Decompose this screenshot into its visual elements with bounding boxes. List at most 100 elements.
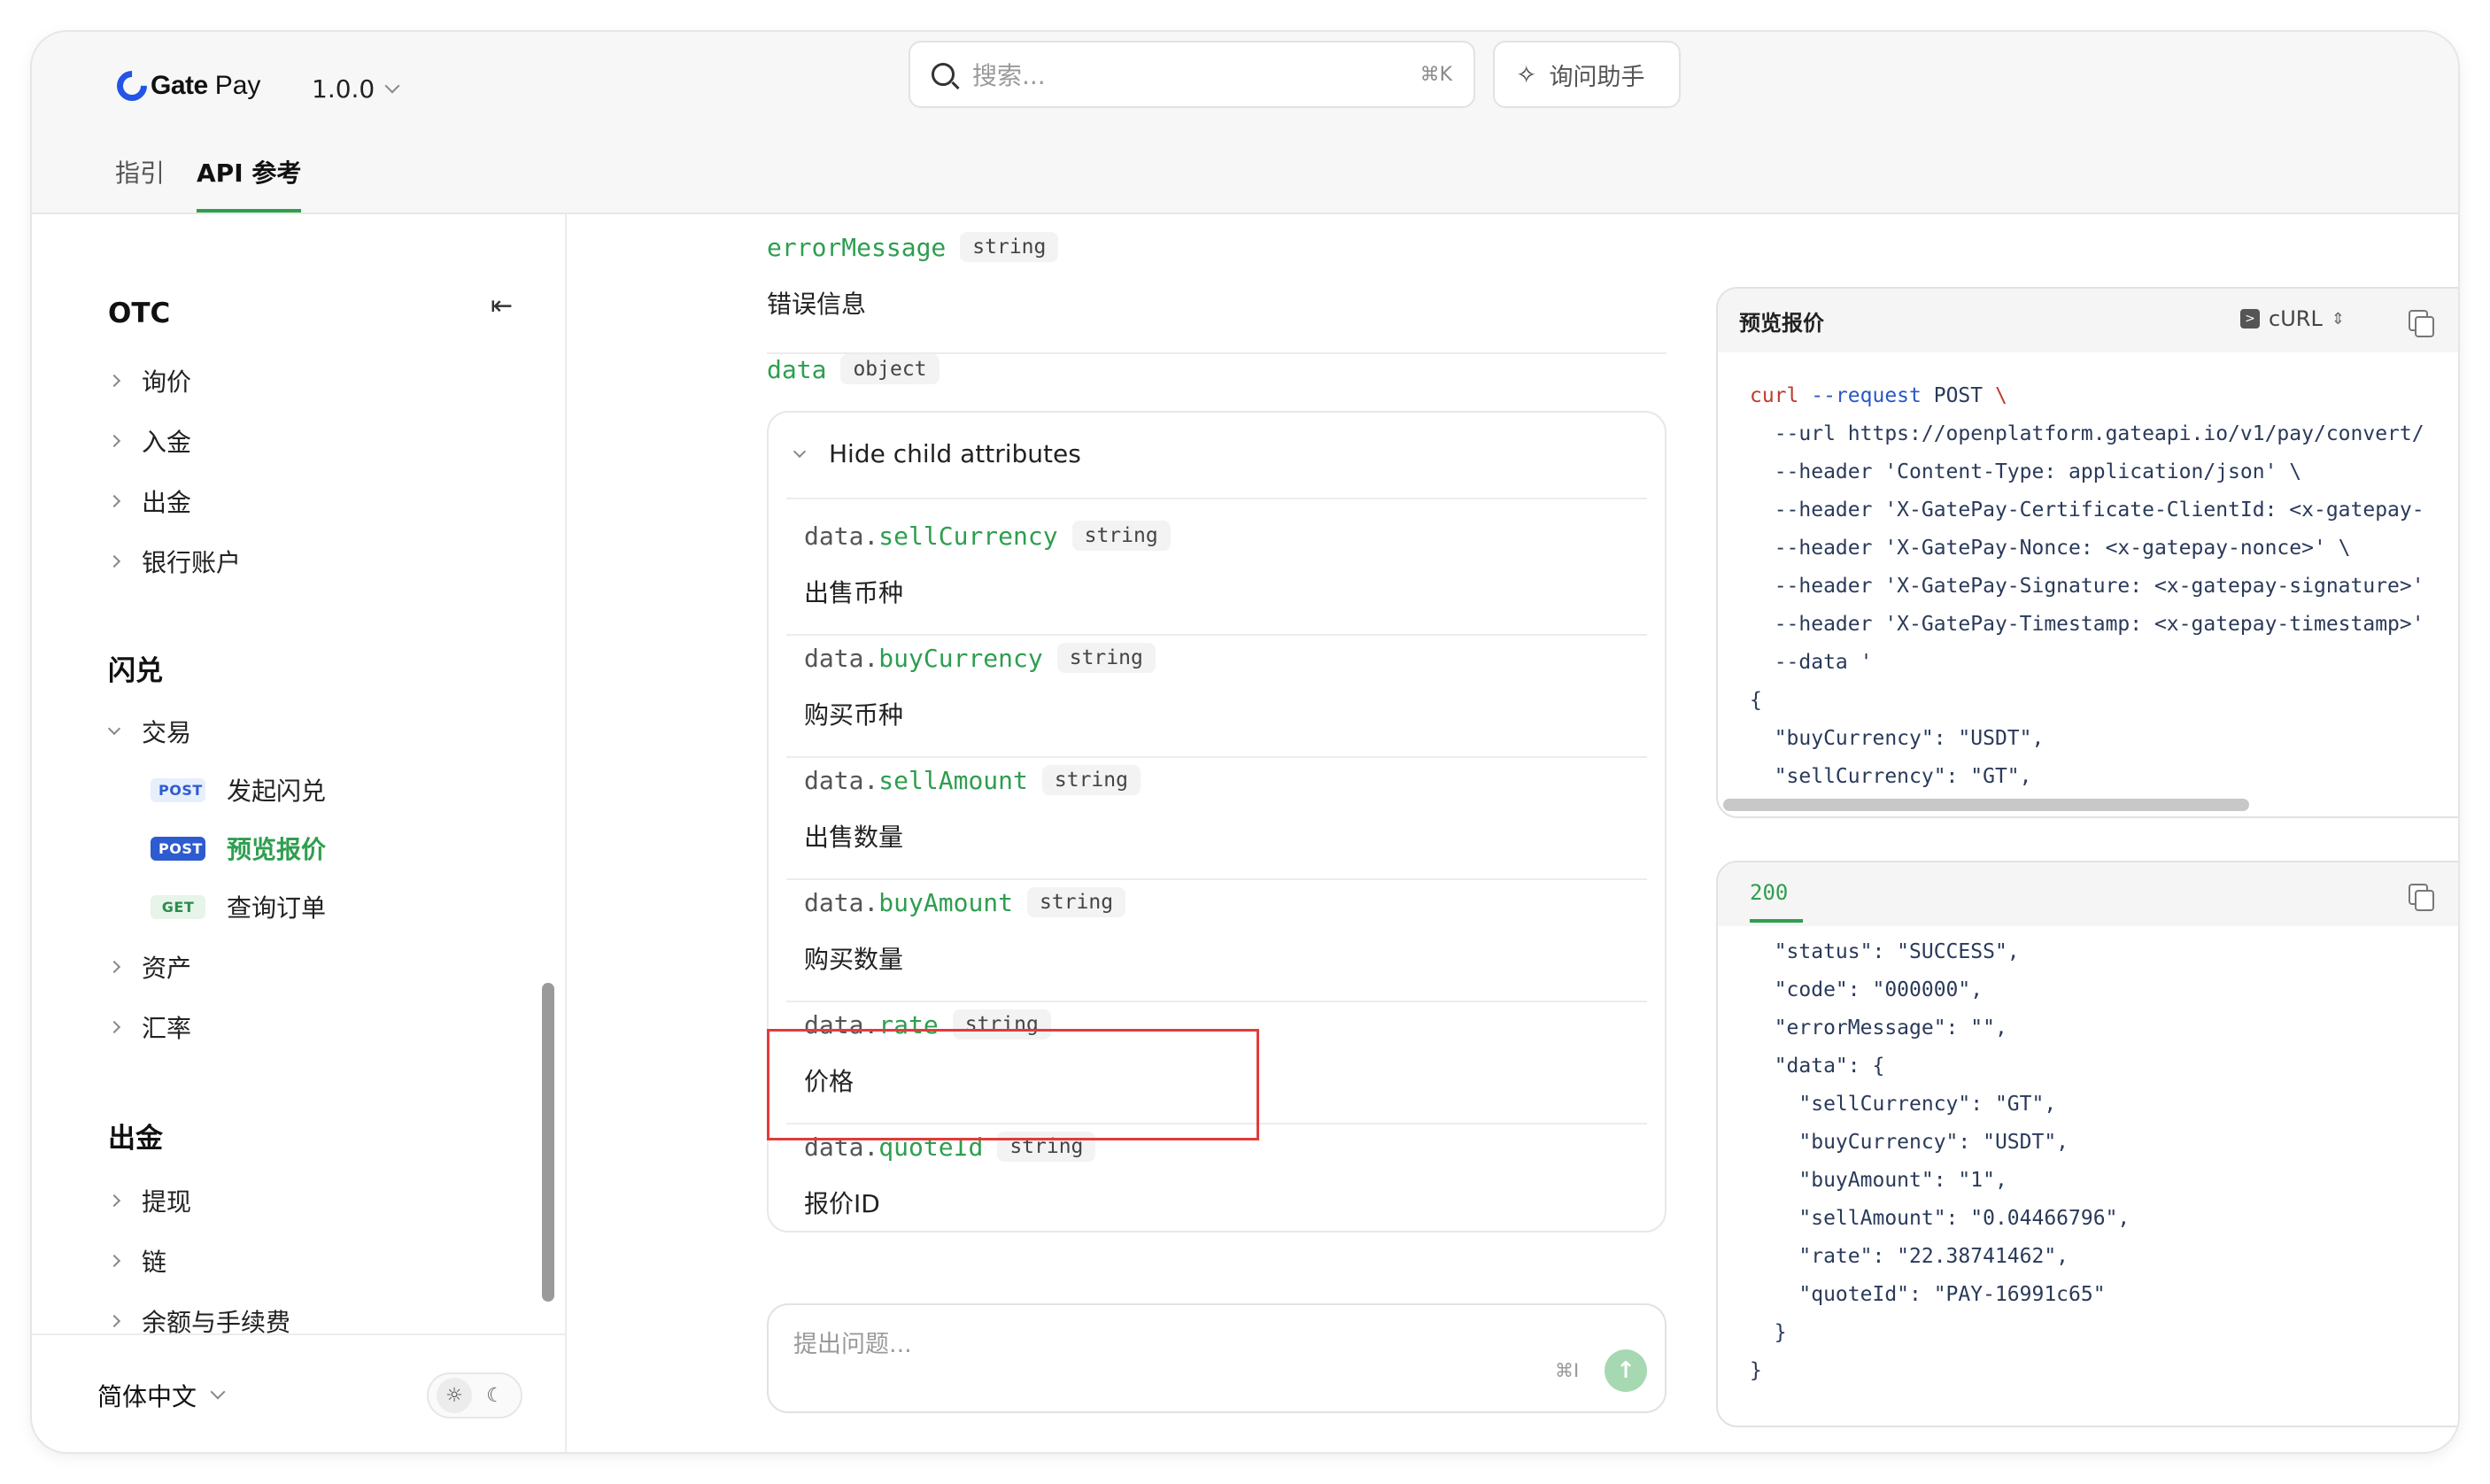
- type-tag: string: [1027, 887, 1126, 917]
- search-shortcut: ⌘K: [1419, 63, 1452, 86]
- response-panel-header: 200: [1718, 862, 2458, 926]
- sidebar-endpoint-query-order[interactable]: GET 查询订单: [151, 889, 326, 924]
- code-language-label: cURL: [2269, 306, 2323, 331]
- field-description: 出售数量: [804, 823, 904, 852]
- code-line: "buyAmount": "1",: [1750, 1169, 2007, 1192]
- language-selector[interactable]: 简体中文: [97, 1378, 226, 1413]
- sidebar-item-inquiry[interactable]: 询价: [107, 363, 191, 398]
- code-line: --header 'X-GatePay-Certificate-ClientId…: [1750, 499, 2424, 522]
- method-badge: POST: [151, 777, 205, 802]
- gate-logo-icon: [110, 64, 154, 108]
- code-line: "code": "000000",: [1750, 978, 1983, 1001]
- chevron-right-icon: [107, 1254, 121, 1268]
- chevron-right-icon: [107, 960, 121, 974]
- sidebar-item-label: 交易: [142, 718, 192, 747]
- code-language-selector[interactable]: > cURL ⇕: [2240, 306, 2345, 331]
- field-prefix: data.: [804, 887, 879, 917]
- sidebar-item-payout-withdraw[interactable]: 提现: [107, 1183, 191, 1218]
- sidebar-item-deposit[interactable]: 入金: [107, 423, 192, 459]
- code-line: --url https://openplatform.gateapi.io/v1…: [1750, 422, 2424, 445]
- sun-icon[interactable]: ☼: [437, 1378, 472, 1413]
- request-code-block: curl --request POST \ --url https://open…: [1718, 352, 2458, 796]
- code-line: --header 'X-GatePay-Nonce: <x-gatepay-no…: [1750, 537, 2351, 560]
- endpoint-label: 发起闪兑: [227, 777, 327, 806]
- top-tabs: 指引 API 参考: [115, 154, 302, 213]
- child-field-buy-amount: data. buyAmount string: [804, 887, 1126, 917]
- endpoint-label: 预览报价: [227, 835, 327, 864]
- child-field-sell-currency: data. sellCurrency string: [804, 521, 1171, 551]
- code-line: "sellCurrency": "GT",: [1750, 765, 2032, 788]
- copy-icon[interactable]: [2409, 310, 2434, 337]
- code-line: {: [1750, 689, 1762, 712]
- panel-title: 预览报价: [1739, 310, 1824, 336]
- hide-child-attributes-toggle[interactable]: Hide child attributes: [793, 439, 1081, 468]
- brand-suffix: Pay: [214, 71, 261, 100]
- type-tag: object: [840, 354, 940, 384]
- collapse-sidebar-icon[interactable]: ⇤: [491, 290, 513, 321]
- field-prefix: data.: [804, 521, 879, 551]
- field-description: 报价ID: [804, 1189, 880, 1218]
- search-icon: [932, 63, 955, 86]
- chevron-right-icon: [107, 434, 121, 448]
- sidebar-item-withdraw[interactable]: 出金: [107, 483, 191, 519]
- divider: [786, 634, 1647, 636]
- field-name: buyCurrency: [878, 643, 1043, 673]
- sidebar-scrollbar[interactable]: [542, 983, 554, 1302]
- sidebar-item-label: 资产: [142, 954, 192, 983]
- brand-logo[interactable]: Gate Pay: [110, 64, 261, 108]
- horizontal-scrollbar[interactable]: [1723, 799, 2249, 811]
- chevron-right-icon: [107, 1020, 121, 1034]
- sidebar-item-label: 入金: [142, 428, 192, 457]
- toggle-label: Hide child attributes: [829, 439, 1081, 468]
- terminal-icon: >: [2240, 309, 2260, 328]
- code-line: "status": "SUCCESS",: [1750, 940, 2020, 963]
- chevron-down-icon: [210, 1384, 226, 1400]
- moon-icon[interactable]: ☾: [477, 1378, 513, 1413]
- chevron-right-icon: [107, 1314, 121, 1328]
- sidebar-item-label: 链: [142, 1248, 167, 1277]
- code-line: "data": {: [1750, 1055, 1885, 1078]
- field-name: errorMessage: [767, 232, 947, 262]
- tab-api-reference[interactable]: API 参考: [197, 154, 302, 213]
- sidebar-item-trade[interactable]: 交易: [107, 714, 192, 749]
- field-name: sellCurrency: [878, 521, 1058, 551]
- type-tag: string: [960, 232, 1059, 262]
- request-example-panel: 预览报价 > cURL ⇕ curl --request POST \ --ur…: [1716, 287, 2458, 818]
- sidebar-endpoint-preview-quote[interactable]: POST 预览报价: [151, 831, 326, 866]
- theme-toggle[interactable]: ☼ ☾: [427, 1372, 522, 1418]
- code-line: --header 'X-GatePay-Timestamp: <x-gatepa…: [1750, 613, 2424, 636]
- tab-status-200[interactable]: 200: [1750, 880, 1803, 923]
- send-button[interactable]: ↑: [1605, 1349, 1647, 1392]
- field-name: data: [767, 354, 827, 384]
- copy-icon[interactable]: [2409, 884, 2434, 911]
- child-field-buy-currency: data. buyCurrency string: [804, 643, 1156, 673]
- field-data: data object: [767, 354, 940, 384]
- version-selector[interactable]: 1.0.0: [312, 74, 400, 104]
- sidebar-item-assets[interactable]: 资产: [107, 949, 192, 985]
- ask-assistant-button[interactable]: ✧ 询问助手: [1493, 41, 1681, 108]
- sidebar-item-bank-account[interactable]: 银行账户: [107, 544, 241, 579]
- code-line: "buyCurrency": "USDT",: [1750, 1131, 2069, 1154]
- sidebar: OTC ⇤ 询价 入金 出金 银行账户 闪兑 交易 POST 发起闪兑 POST 预…: [32, 214, 567, 1337]
- assistant-label: 询问助手: [1549, 63, 1645, 91]
- code-line: "errorMessage": "",: [1750, 1016, 2007, 1040]
- method-badge: GET: [151, 894, 205, 919]
- sidebar-item-chain[interactable]: 链: [107, 1243, 167, 1279]
- highlight-annotation-box: [767, 1029, 1259, 1140]
- code-line: --header 'Content-Type: application/json…: [1750, 460, 2302, 483]
- top-header: Gate Pay 1.0.0 搜索... ⌘K ✧ 询问助手 指引 API 参考: [32, 32, 2458, 214]
- field-description: 错误信息: [767, 290, 867, 319]
- code-line: }: [1750, 1321, 1787, 1344]
- response-example-panel: 200 "status": "SUCCESS", "code": "000000…: [1716, 861, 2458, 1427]
- chevron-right-icon: [107, 494, 121, 508]
- updown-chevron-icon: ⇕: [2331, 309, 2345, 328]
- tab-guides[interactable]: 指引: [115, 154, 165, 213]
- method-badge: POST: [151, 836, 205, 861]
- code-line: "sellAmount": "0.04466796",: [1750, 1207, 2130, 1230]
- sidebar-item-rates[interactable]: 汇率: [107, 1009, 191, 1045]
- sidebar-endpoint-start-swap[interactable]: POST 发起闪兑: [151, 772, 326, 808]
- search-input[interactable]: 搜索... ⌘K: [909, 41, 1475, 108]
- chevron-down-icon: [793, 444, 807, 458]
- divider: [786, 878, 1647, 880]
- ask-question-input[interactable]: 提出问题... ⌘I ↑: [767, 1303, 1666, 1413]
